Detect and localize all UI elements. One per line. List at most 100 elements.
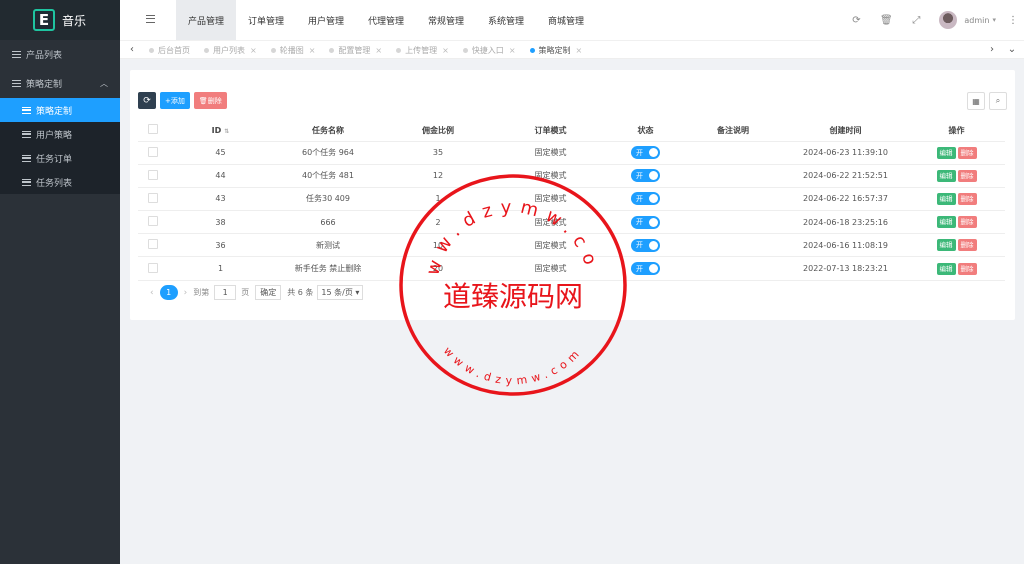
cell-remark	[683, 141, 783, 165]
columns-icon[interactable]: ▦	[967, 92, 985, 110]
select-all-checkbox[interactable]	[138, 120, 168, 142]
sidebar-item-strategy[interactable]: 策略定制 ︿	[0, 69, 120, 98]
sidebar-item-task-orders[interactable]: 任务订单	[0, 146, 120, 170]
page-current[interactable]: 1	[159, 285, 178, 300]
edit-button[interactable]: 编辑	[936, 146, 956, 159]
sidebar-item-user-strategy[interactable]: 用户策略	[0, 122, 120, 146]
edit-button[interactable]: 编辑	[936, 216, 956, 229]
logo[interactable]: E 音乐	[0, 0, 120, 40]
row-delete-button[interactable]: 删除	[957, 262, 977, 275]
nav-users[interactable]: 用户管理	[296, 0, 356, 40]
tab-carousel[interactable]: 轮播图 ×	[264, 41, 323, 59]
tab-upload[interactable]: 上传管理 ×	[389, 41, 456, 59]
status-toggle[interactable]: 开	[631, 169, 660, 183]
cell-remark	[683, 164, 783, 188]
tab-dot	[462, 47, 468, 53]
delete-button[interactable]: 🗑 删除	[193, 92, 227, 109]
page-size-select[interactable]: 15 条/页 ▾	[317, 285, 364, 300]
status-toggle[interactable]: 开	[631, 146, 660, 160]
edit-button[interactable]: 编辑	[936, 192, 956, 205]
status-toggle[interactable]: 开	[631, 262, 660, 276]
menu-toggle-icon[interactable]	[146, 15, 155, 23]
tab-config[interactable]: 配置管理 ×	[322, 41, 389, 59]
table-row: 38 666 2 固定模式开 2024-06-18 23:25:16 编辑 删除	[138, 210, 1005, 235]
row-delete-button[interactable]: 删除	[957, 169, 977, 182]
next-page-icon[interactable]: ›	[184, 288, 188, 298]
tab-scroll-right-icon[interactable]: ›	[982, 41, 1002, 59]
tab-label: 上传管理	[405, 45, 438, 55]
user-name[interactable]: admin	[964, 16, 989, 25]
prev-page-icon[interactable]: ‹	[150, 288, 154, 298]
sidebar-item-strategy-custom[interactable]: 策略定制	[0, 98, 120, 122]
edit-button[interactable]: 编辑	[936, 169, 956, 182]
column-header-id[interactable]: ID ⇅	[168, 120, 273, 142]
row-checkbox[interactable]	[138, 256, 168, 281]
column-header-status: 状态	[608, 120, 683, 142]
more-icon[interactable]: ⋮	[1002, 15, 1024, 26]
search-icon[interactable]: ⌕	[989, 92, 1007, 110]
tab-shortcut[interactable]: 快捷入口 ×	[456, 41, 523, 59]
tab-scroll-left-icon[interactable]: ‹	[122, 41, 142, 59]
cell-status: 开	[608, 187, 683, 212]
sidebar-item-label: 用户策略	[36, 130, 73, 141]
status-toggle[interactable]: 开	[631, 238, 660, 252]
column-header-actions: 操作	[908, 120, 1005, 142]
close-icon[interactable]: ×	[309, 46, 316, 55]
row-delete-button[interactable]: 删除	[957, 146, 977, 159]
tab-strategy[interactable]: 策略定制 ×	[523, 41, 590, 59]
nav-orders[interactable]: 订单管理	[236, 0, 296, 40]
close-icon[interactable]: ×	[250, 46, 257, 55]
nav-system[interactable]: 系统管理	[476, 0, 536, 40]
tab-user-list[interactable]: 用户列表 ×	[197, 41, 264, 59]
nav-mall[interactable]: 商城管理	[536, 0, 596, 40]
sort-icon[interactable]: ⇅	[224, 128, 229, 135]
close-icon[interactable]: ×	[442, 46, 449, 55]
sidebar-item-product-list[interactable]: 产品列表	[0, 40, 120, 69]
status-text: 开	[636, 148, 643, 157]
list-icon	[12, 80, 21, 87]
goto-label: 到第	[193, 288, 210, 297]
cell-status: 开	[608, 141, 683, 165]
refresh-button[interactable]: ⟳	[138, 92, 156, 109]
tab-label: 用户列表	[213, 45, 245, 55]
column-header-mode: 订单模式	[493, 120, 608, 142]
edit-button[interactable]: 编辑	[936, 262, 956, 275]
tab-dropdown-icon[interactable]: ⌄	[1002, 41, 1022, 59]
table-row: 45 60个任务 964 35 固定模式开 2024-06-23 11:39:10 编辑删…	[138, 141, 1005, 165]
goto-confirm-button[interactable]: 确定	[255, 285, 282, 300]
chevron-down-icon[interactable]: ▾	[992, 16, 996, 24]
status-toggle[interactable]: 开	[631, 192, 660, 206]
close-icon[interactable]: ×	[375, 46, 382, 55]
refresh-icon[interactable]: ⟳	[841, 15, 871, 26]
sidebar-item-task-list[interactable]: 任务列表	[0, 170, 120, 194]
cell-name: 新测试	[273, 233, 383, 258]
row-delete-button[interactable]: 删除	[957, 216, 977, 229]
close-icon[interactable]: ×	[576, 46, 583, 55]
cell-id: 44	[168, 164, 273, 188]
row-checkbox[interactable]	[138, 187, 168, 212]
row-checkbox[interactable]	[138, 141, 168, 165]
row-checkbox[interactable]	[138, 164, 168, 188]
tab-label: 配置管理	[338, 45, 371, 55]
nav-agents[interactable]: 代理管理	[356, 0, 416, 40]
row-delete-button[interactable]: 删除	[957, 239, 977, 252]
trash-icon[interactable]: 🗑	[871, 15, 901, 26]
row-delete-button[interactable]: 删除	[957, 192, 977, 205]
close-icon[interactable]: ×	[509, 46, 516, 55]
cell-status: 开	[608, 256, 683, 281]
status-toggle[interactable]: 开	[631, 215, 660, 229]
nav-general[interactable]: 常规管理	[416, 0, 476, 40]
cell-mode: 固定模式	[493, 233, 608, 258]
row-checkbox[interactable]	[138, 233, 168, 258]
row-checkbox[interactable]	[138, 210, 168, 235]
fullscreen-icon[interactable]: ⤢	[901, 15, 931, 26]
cell-name: 任务30 409	[273, 187, 383, 212]
tab-home[interactable]: 后台首页	[142, 41, 197, 59]
cell-actions: 编辑 删除	[908, 233, 1005, 258]
add-button[interactable]: + 添加	[160, 92, 190, 109]
avatar[interactable]	[939, 11, 958, 29]
cell-created: 2024-06-18 23:25:16	[783, 210, 908, 235]
edit-button[interactable]: 编辑	[936, 239, 956, 252]
goto-page-input[interactable]: 1	[214, 285, 237, 300]
nav-product[interactable]: 产品管理	[176, 0, 236, 40]
